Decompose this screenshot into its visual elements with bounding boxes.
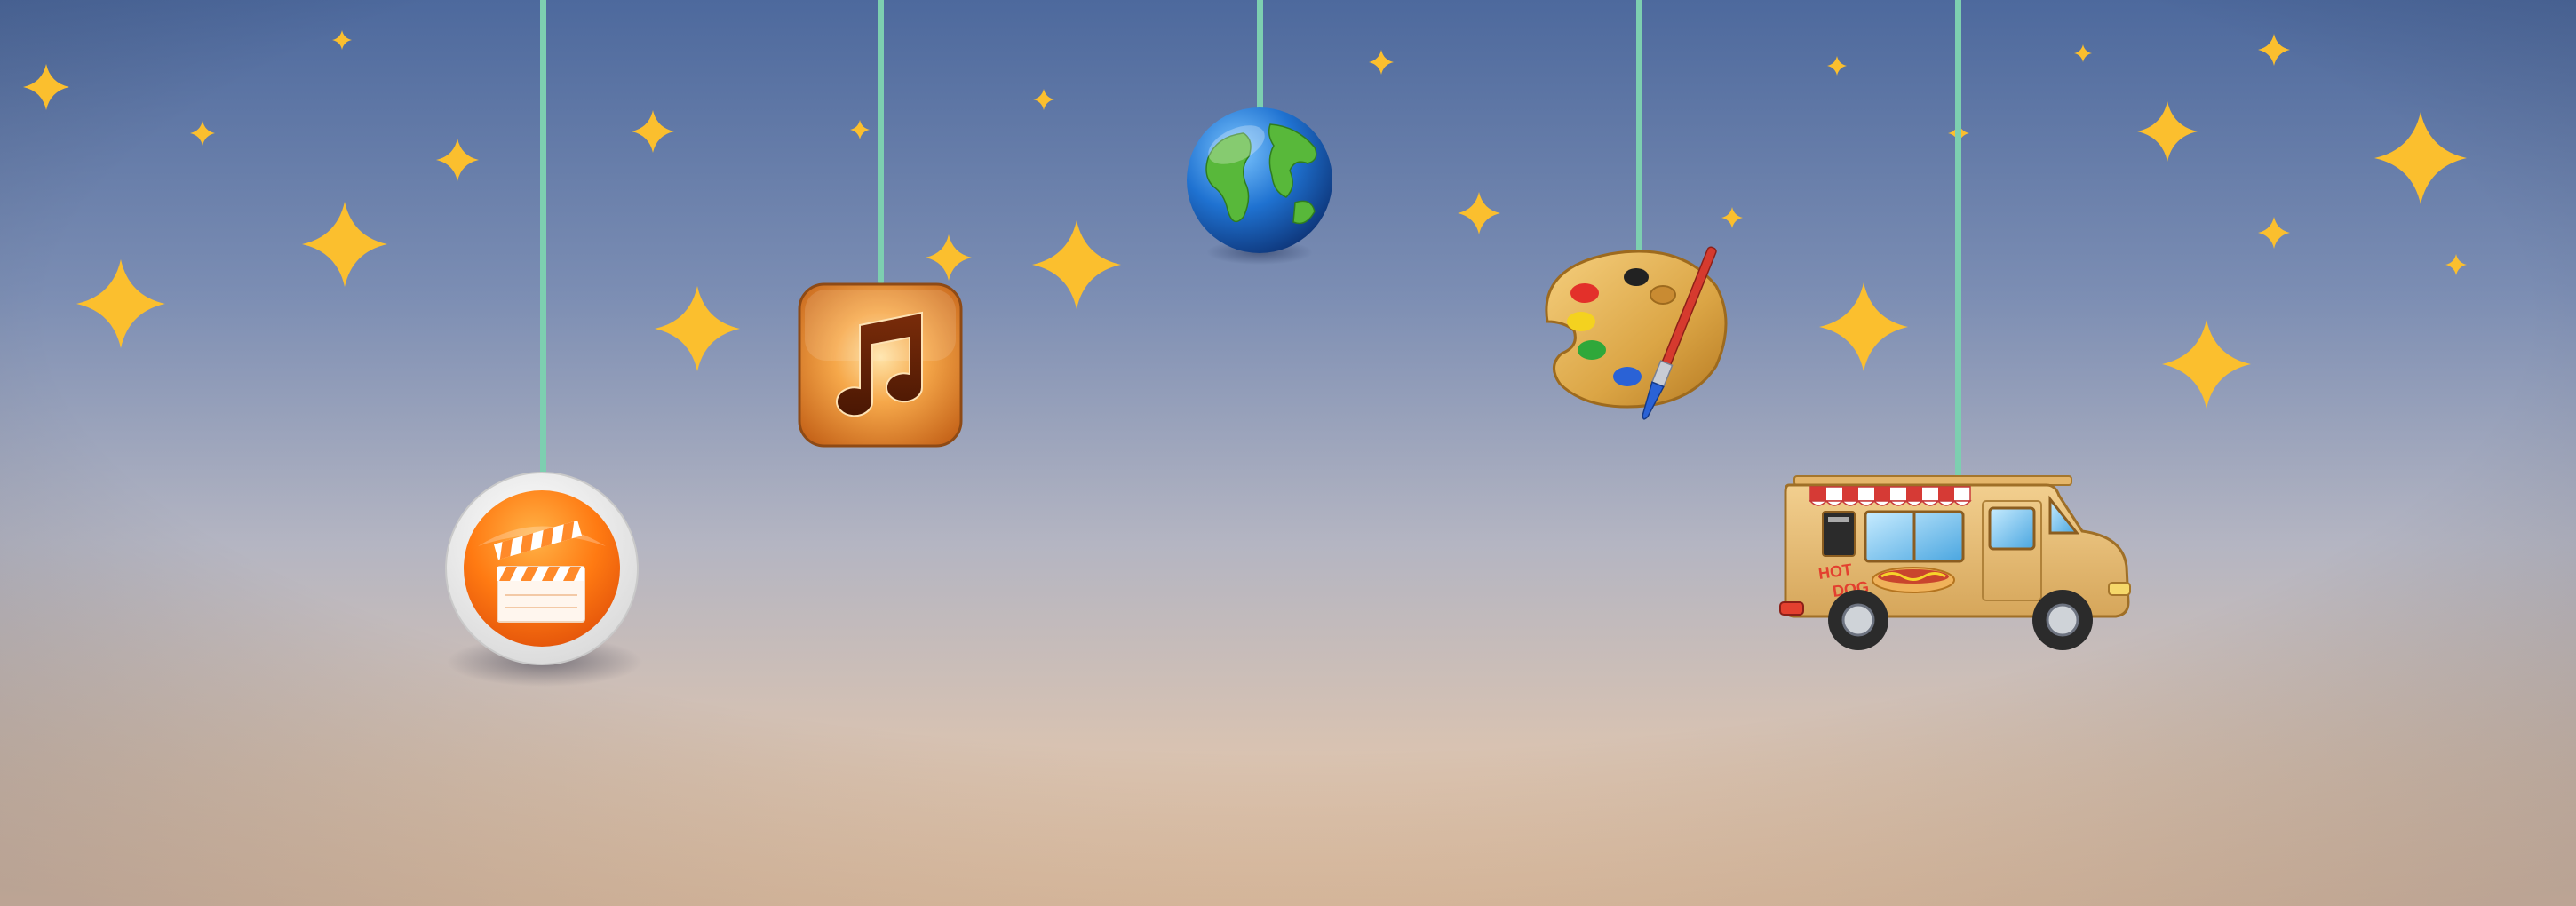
star-icon [302, 202, 387, 287]
star-icon [2162, 320, 2251, 409]
star-icon [926, 234, 972, 281]
star-icon [2258, 34, 2290, 66]
star-icon [76, 259, 165, 348]
star-icon [1032, 220, 1121, 309]
star-icon [2374, 112, 2467, 204]
clapperboard-icon [445, 472, 642, 687]
hanging-string [1954, 0, 1961, 480]
star-icon [2445, 254, 2467, 275]
star-icon [1827, 56, 1847, 76]
star-icon [190, 121, 215, 146]
globe-ornament[interactable] [1181, 105, 1337, 269]
hanging-string [877, 0, 884, 284]
star-icon [2137, 101, 2198, 162]
globe-icon [1187, 107, 1332, 265]
star-icon [2258, 217, 2290, 249]
star-icon [23, 64, 69, 110]
star-icon [332, 30, 352, 50]
star-icon [2074, 44, 2092, 62]
music-ornament[interactable] [796, 281, 965, 449]
star-icon [1721, 207, 1743, 228]
star-icon [1819, 282, 1908, 371]
paint-palette-icon [1545, 246, 1728, 420]
clapperboard-ornament[interactable] [442, 471, 647, 688]
star-icon [436, 139, 479, 181]
hanging-string [539, 0, 546, 475]
star-icon [655, 286, 740, 371]
food-truck-ornament[interactable]: HOT DOG [1779, 469, 2135, 669]
star-icon [850, 120, 870, 139]
star-icon [1369, 50, 1394, 75]
hanging-icons-banner: HOT DOG [0, 0, 2576, 906]
palette-ornament[interactable] [1530, 233, 1752, 441]
food-truck-icon: HOT DOG [1779, 475, 2131, 650]
star-icon [632, 110, 674, 153]
hanging-string [1256, 0, 1263, 114]
music-note-icon [798, 282, 963, 448]
hanging-string [1635, 0, 1642, 258]
star-icon [1033, 89, 1054, 110]
star-icon [1458, 192, 1500, 234]
